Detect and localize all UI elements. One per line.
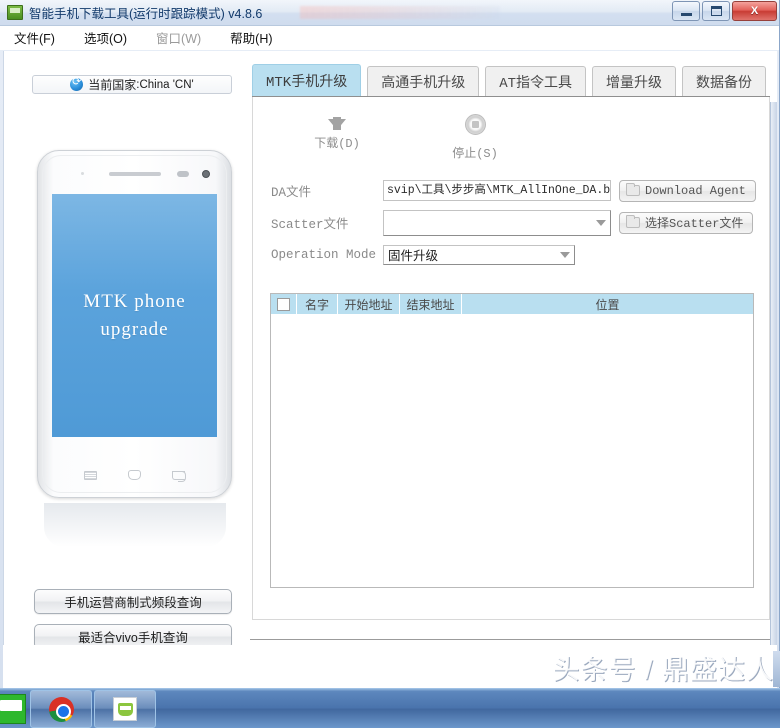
operation-mode-combo[interactable]: 固件升级 xyxy=(383,244,575,265)
table-header-name: 名字 xyxy=(297,294,338,314)
stop-button[interactable]: 停止(S) xyxy=(439,102,511,161)
phone-reflection xyxy=(44,503,226,547)
phone-screen-line-1: MTK phone xyxy=(83,290,186,312)
close-button[interactable]: X xyxy=(732,1,777,21)
da-file-input[interactable]: svip\工具\步步高\MTK_AllInOne_DA.bin xyxy=(383,180,611,201)
close-icon: X xyxy=(750,5,759,17)
window-title: 智能手机下载工具(运行时跟踪模式) v4.8.6 xyxy=(29,7,263,21)
tab-data-backup[interactable]: 数据备份 xyxy=(682,66,767,97)
watermark-edge-bar xyxy=(773,651,780,687)
phone-front-camera-icon xyxy=(202,170,210,178)
client-area: 当前国家 :China 'CN' MTK phone upgrade xyxy=(3,51,778,728)
back-icon xyxy=(172,470,187,482)
table-body[interactable] xyxy=(271,314,753,587)
menu-item-window[interactable]: 窗口(W) xyxy=(152,26,212,49)
da-file-row: DA文件 svip\工具\步步高\MTK_AllInOne_DA.bin Dow… xyxy=(253,177,769,204)
tab-incremental-upgrade[interactable]: 增量升级 xyxy=(592,66,677,97)
panel-divider xyxy=(250,639,770,640)
upgrade-form: DA文件 svip\工具\步步高\MTK_AllInOne_DA.bin Dow… xyxy=(253,177,769,273)
country-value: :China 'CN' xyxy=(136,78,194,91)
current-country-bar[interactable]: 当前国家 :China 'CN' xyxy=(32,75,232,94)
taskbar xyxy=(0,688,780,728)
taskbar-chrome-button[interactable] xyxy=(30,690,92,728)
title-overlay-artifact xyxy=(300,6,500,19)
window-right-edge xyxy=(770,102,777,728)
partition-table: 名字 开始地址 结束地址 位置 xyxy=(270,293,754,588)
table-header-select-all[interactable] xyxy=(271,294,297,314)
taskbar-green-app[interactable] xyxy=(0,689,28,728)
android-robot-icon xyxy=(117,702,133,716)
tab-mtk-upgrade[interactable]: MTK手机升级 xyxy=(252,64,362,97)
chevron-down-icon xyxy=(560,251,570,258)
chevron-down-icon xyxy=(596,219,606,226)
download-agent-button[interactable]: Download Agent xyxy=(619,179,756,202)
scatter-file-row: Scatter文件 选择Scatter文件 xyxy=(253,209,769,236)
tab-qualcomm-upgrade[interactable]: 高通手机升级 xyxy=(367,66,480,97)
operation-mode-row: Operation Mode 固件升级 xyxy=(253,241,769,268)
refresh-icon[interactable] xyxy=(70,75,84,91)
minimize-icon xyxy=(680,12,692,16)
phone-nav-bar xyxy=(38,467,231,483)
sidebar: 当前国家 :China 'CN' MTK phone upgrade xyxy=(4,51,242,687)
folder-icon xyxy=(626,215,640,228)
maximize-icon xyxy=(710,6,722,16)
table-header-row: 名字 开始地址 结束地址 位置 xyxy=(271,294,753,314)
home-icon xyxy=(127,470,141,480)
screen-root: 智能手机下载工具(运行时跟踪模式) v4.8.6 X 文件(F) 选项(O) 窗… xyxy=(0,0,780,728)
recent-apps-icon xyxy=(83,470,97,480)
stop-circle-icon xyxy=(464,114,486,135)
phone-screen-line-2: upgrade xyxy=(100,318,169,340)
phone-sensor-icon xyxy=(81,172,84,175)
table-header-start-address: 开始地址 xyxy=(338,294,400,314)
minimize-button[interactable] xyxy=(672,1,700,21)
tab-at-command-tool[interactable]: AT指令工具 xyxy=(485,66,587,97)
menu-item-help[interactable]: 帮助(H) xyxy=(226,26,283,49)
phone-mockup: MTK phone upgrade xyxy=(37,150,232,498)
phone-speaker-icon xyxy=(108,172,161,176)
download-label: 下载(D) xyxy=(314,137,360,151)
main-panel: MTK手机升级 高通手机升级 AT指令工具 增量升级 数据备份 下载(D) 停止… xyxy=(244,51,778,693)
choose-scatter-file-button[interactable]: 选择Scatter文件 xyxy=(619,211,754,234)
stop-label: 停止(S) xyxy=(452,147,498,161)
sidebar-button-carrier-band-query[interactable]: 手机运营商制式频段查询 xyxy=(34,589,232,614)
maximize-button[interactable] xyxy=(702,1,730,21)
chrome-icon xyxy=(48,696,74,722)
menu-bar: 文件(F) 选项(O) 窗口(W) 帮助(H) xyxy=(0,26,779,50)
table-header-location: 位置 xyxy=(595,297,620,312)
select-all-checkbox[interactable] xyxy=(277,297,290,311)
table-header-end-address: 结束地址 xyxy=(400,294,462,314)
operation-mode-label: Operation Mode xyxy=(271,247,377,262)
country-label: 当前国家 xyxy=(88,78,137,92)
menu-item-file[interactable]: 文件(F) xyxy=(10,26,66,49)
folder-icon xyxy=(626,183,640,196)
taskbar-android-tool-button[interactable] xyxy=(94,690,156,728)
choose-scatter-label: 选择Scatter文件 xyxy=(645,217,744,231)
application-window: 智能手机下载工具(运行时跟踪模式) v4.8.6 X 文件(F) 选项(O) 窗… xyxy=(0,0,780,728)
operation-mode-value: 固件升级 xyxy=(388,249,439,263)
app-icon xyxy=(7,5,23,20)
window-controls: X xyxy=(672,1,777,21)
title-bar: 智能手机下载工具(运行时跟踪模式) v4.8.6 X xyxy=(0,0,779,26)
scatter-file-combo[interactable] xyxy=(383,209,611,236)
phone-screen: MTK phone upgrade xyxy=(52,194,217,437)
android-tool-icon xyxy=(113,697,137,721)
watermark: 头条号 / 鼎盛达人 xyxy=(552,655,774,685)
download-arrow-icon xyxy=(328,117,346,130)
download-agent-label: Download Agent xyxy=(645,183,746,198)
scatter-file-label: Scatter文件 xyxy=(271,218,349,232)
menu-item-options[interactable]: 选项(O) xyxy=(80,26,138,49)
green-app-icon xyxy=(0,694,26,724)
action-toolbar: 下载(D) 停止(S) xyxy=(253,102,769,162)
da-file-label: DA文件 xyxy=(271,186,312,200)
tab-bar: MTK手机升级 高通手机升级 AT指令工具 增量升级 数据备份 xyxy=(252,64,772,97)
tab-panel-mtk-upgrade: 下载(D) 停止(S) DA文件 svip\工具\步步高\MTK_AllInOn… xyxy=(252,97,770,620)
download-button[interactable]: 下载(D) xyxy=(301,102,373,151)
phone-light-sensor-icon xyxy=(177,171,189,177)
